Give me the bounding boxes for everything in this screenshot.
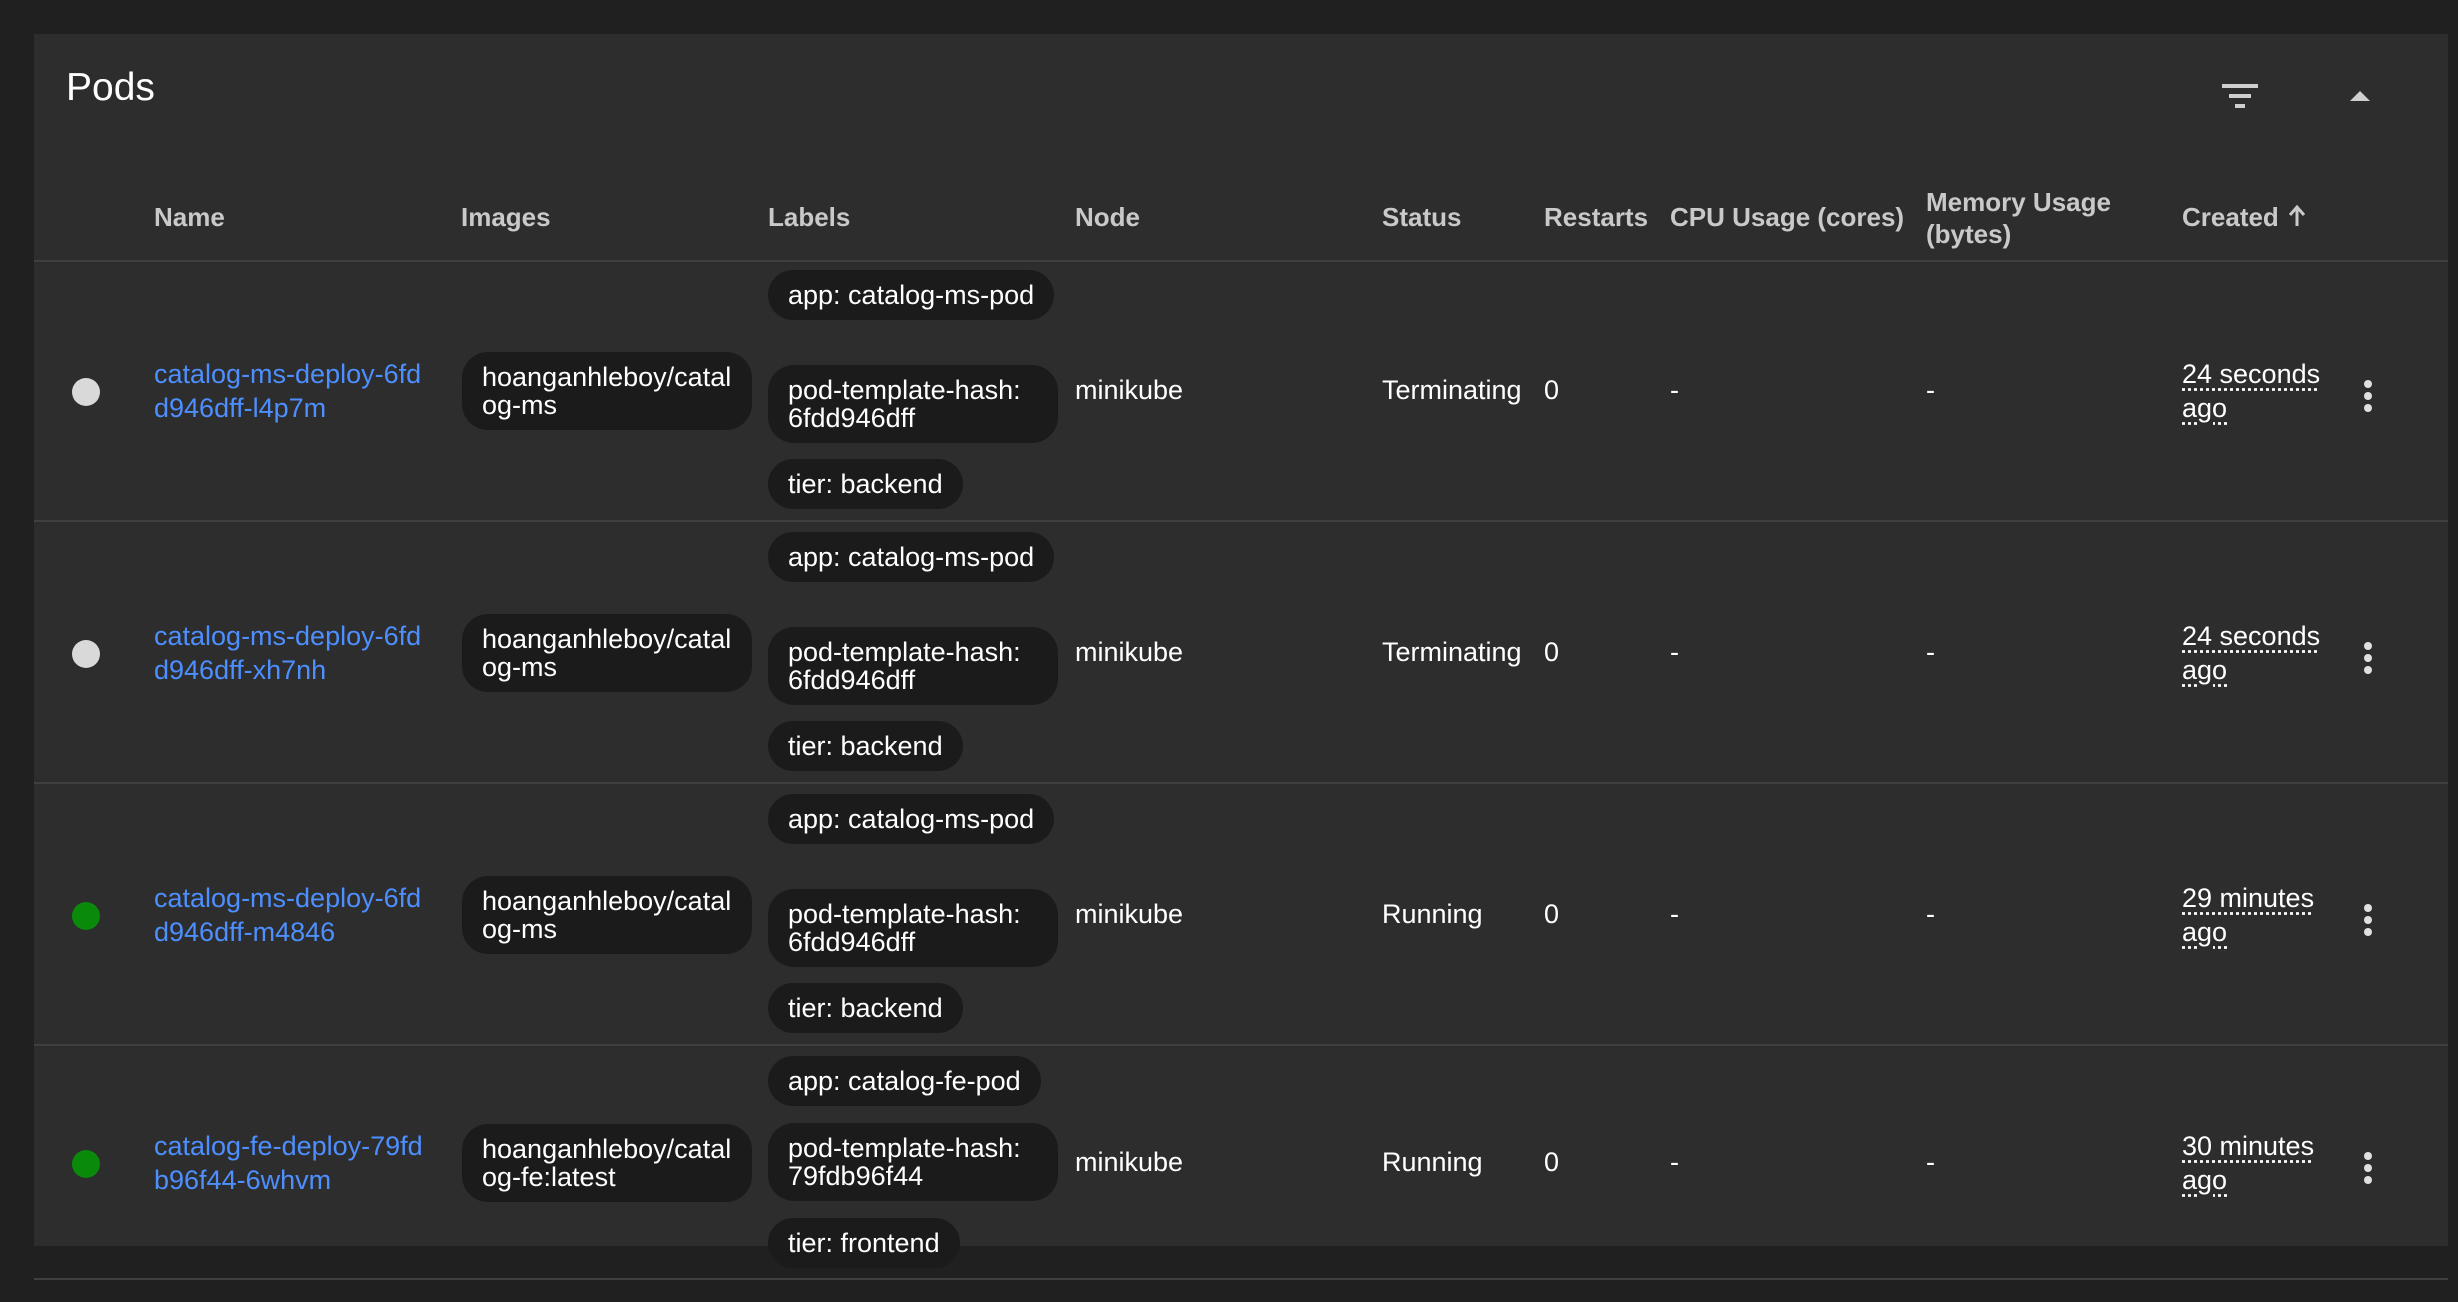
more-actions-button[interactable] [2348, 896, 2388, 944]
more-actions-button[interactable] [2348, 634, 2388, 682]
pod-name-link[interactable]: catalog-ms-deploy-6fdd946dff-l4p7m [154, 357, 434, 425]
more-actions-button[interactable] [2348, 372, 2388, 420]
sort-arrow-up-icon [2287, 203, 2307, 235]
restarts-cell: 0 [1544, 375, 1560, 405]
column-header-created[interactable]: Created [2182, 201, 2307, 235]
status-cell: Terminating [1382, 375, 1522, 405]
more-vert-icon [2364, 642, 2372, 674]
column-header-name[interactable]: Name [154, 201, 225, 233]
label-chip: app: catalog-ms-pod [768, 270, 1055, 320]
status-cell: Terminating [1382, 637, 1522, 667]
column-header-created-label: Created [2182, 202, 2279, 232]
pod-name-link[interactable]: catalog-ms-deploy-6fdd946dff-xh7nh [154, 619, 434, 687]
created-time: 30 minutes ago [2182, 1131, 2315, 1195]
created-cell: 30 minutes ago [2182, 1129, 2332, 1197]
table-row: catalog-ms-deploy-6fdd946dff-xh7nh hoang… [34, 522, 2448, 784]
node-cell: minikube [1075, 637, 1184, 667]
table-row: catalog-ms-deploy-6fdd946dff-m4846 hoang… [34, 784, 2448, 1046]
column-header-restarts[interactable]: Restarts [1544, 201, 1648, 233]
label-chip: tier: backend [768, 459, 963, 509]
column-header-status[interactable]: Status [1382, 201, 1461, 233]
cpu-cell: - [1670, 637, 1679, 667]
label-chip: pod-template-hash: 6fdd946dff [768, 365, 1058, 443]
filter-list-icon [2222, 84, 2258, 108]
column-header-memory[interactable]: Memory Usage (bytes) [1926, 186, 2146, 250]
label-chip: pod-template-hash: 6fdd946dff [768, 889, 1058, 967]
image-chip: hoanganhleboy/catalog-ms [462, 614, 752, 692]
arrow-up-icon [2350, 91, 2370, 101]
label-chip: pod-template-hash: 79fdb96f44 [768, 1123, 1058, 1201]
column-header-images[interactable]: Images [461, 201, 551, 233]
collapse-button[interactable] [2332, 68, 2388, 124]
more-actions-button[interactable] [2348, 1144, 2388, 1192]
label-chip: tier: frontend [768, 1218, 960, 1268]
restarts-cell: 0 [1544, 637, 1560, 667]
status-indicator-icon [72, 640, 100, 668]
label-chip: app: catalog-ms-pod [768, 532, 1055, 582]
memory-cell: - [1926, 899, 1935, 929]
label-chip: app: catalog-ms-pod [768, 794, 1055, 844]
cpu-cell: - [1670, 899, 1679, 929]
memory-cell: - [1926, 637, 1935, 667]
label-chip: tier: backend [768, 721, 963, 771]
status-indicator-icon [72, 1150, 100, 1178]
memory-cell: - [1926, 1147, 1935, 1177]
memory-cell: - [1926, 375, 1935, 405]
status-indicator-icon [72, 378, 100, 406]
created-time: 24 seconds ago [2182, 359, 2321, 423]
image-chip: hoanganhleboy/catalog-ms [462, 876, 752, 954]
created-cell: 24 seconds ago [2182, 357, 2332, 425]
filter-button[interactable] [2212, 68, 2268, 124]
restarts-cell: 0 [1544, 899, 1560, 929]
created-time: 24 seconds ago [2182, 621, 2321, 685]
cpu-cell: - [1670, 375, 1679, 405]
table-row: catalog-fe-deploy-79fdb96f44-6whvm hoang… [34, 1046, 2448, 1280]
pods-card: Pods Name Images Labels Node Status Rest… [34, 34, 2448, 1280]
table-header: Name Images Labels Node Status Restarts … [34, 148, 2448, 262]
node-cell: minikube [1075, 899, 1184, 929]
image-chip: hoanganhleboy/catalog-fe:latest [462, 1124, 752, 1202]
more-vert-icon [2364, 380, 2372, 412]
more-vert-icon [2364, 904, 2372, 936]
node-cell: minikube [1075, 375, 1184, 405]
cpu-cell: - [1670, 1147, 1679, 1177]
more-vert-icon [2364, 1152, 2372, 1184]
pod-name-link[interactable]: catalog-ms-deploy-6fdd946dff-m4846 [154, 881, 434, 949]
restarts-cell: 0 [1544, 1147, 1560, 1177]
column-header-cpu[interactable]: CPU Usage (cores) [1670, 201, 1904, 233]
node-cell: minikube [1075, 1147, 1184, 1177]
label-chip: app: catalog-fe-pod [768, 1056, 1041, 1106]
table-row: catalog-ms-deploy-6fdd946dff-l4p7m hoang… [34, 260, 2448, 522]
status-cell: Running [1382, 1147, 1483, 1177]
column-header-labels[interactable]: Labels [768, 201, 850, 233]
status-cell: Running [1382, 899, 1483, 929]
label-chip: tier: backend [768, 983, 963, 1033]
column-header-node[interactable]: Node [1075, 201, 1140, 233]
page-title: Pods [66, 66, 155, 109]
image-chip: hoanganhleboy/catalog-ms [462, 352, 752, 430]
created-cell: 29 minutes ago [2182, 881, 2332, 949]
created-cell: 24 seconds ago [2182, 619, 2332, 687]
created-time: 29 minutes ago [2182, 883, 2315, 947]
card-header: Pods [34, 34, 2448, 148]
label-chip: pod-template-hash: 6fdd946dff [768, 627, 1058, 705]
pod-name-link[interactable]: catalog-fe-deploy-79fdb96f44-6whvm [154, 1129, 434, 1197]
status-indicator-icon [72, 902, 100, 930]
